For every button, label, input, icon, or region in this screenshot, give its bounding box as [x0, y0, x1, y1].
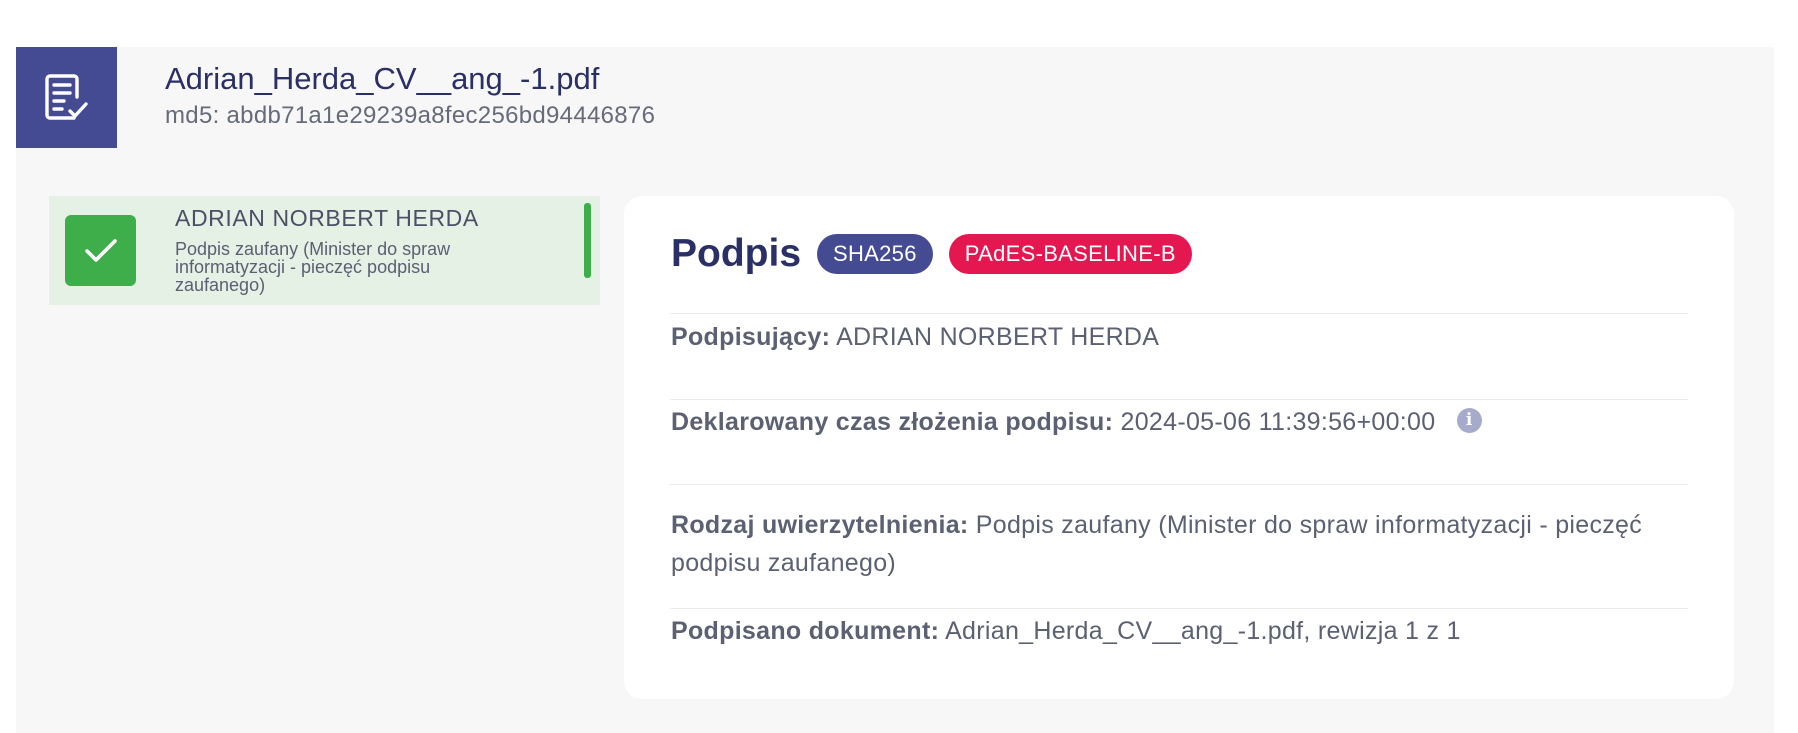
signed-document-label: Podpisano dokument: — [671, 617, 940, 645]
signature-format-badge: PAdES-BASELINE-B — [948, 234, 1192, 274]
signature-list-item[interactable]: ADRIAN NORBERT HERDA Podpis zaufany (Min… — [49, 196, 600, 305]
signature-details-card: Podpis SHA256 PAdES-BASELINE-B Podpisują… — [624, 196, 1734, 699]
selected-indicator — [584, 203, 591, 278]
file-name: Adrian_Herda_CV__ang_-1.pdf — [165, 61, 600, 96]
signer-value: ADRIAN NORBERT HERDA — [836, 323, 1160, 351]
divider — [670, 313, 1688, 314]
authentication-row: Rodzaj uwierzytelnienia: Podpis zaufany … — [671, 506, 1671, 582]
hash-algorithm-badge: SHA256 — [817, 234, 933, 274]
divider — [670, 399, 1688, 400]
authentication-label: Rodzaj uwierzytelnienia: — [671, 511, 969, 539]
signer-row: Podpisujący: ADRIAN NORBERT HERDA — [671, 318, 1671, 356]
document-check-icon — [16, 47, 117, 148]
checkmark-icon — [65, 215, 136, 286]
signing-time-value: 2024-05-06 11:39:56+00:00 — [1120, 408, 1436, 436]
divider — [670, 484, 1688, 485]
details-header: Podpis SHA256 PAdES-BASELINE-B — [671, 232, 1208, 276]
signer-card-description: Podpis zaufany (Minister do spraw inform… — [175, 239, 451, 295]
signing-time-label: Deklarowany czas złożenia podpisu: — [671, 408, 1114, 436]
file-header: Adrian_Herda_CV__ang_-1.pdf md5: abdb71a… — [16, 47, 1774, 148]
signed-document-value: Adrian_Herda_CV__ang_-1.pdf, rewizja 1 z… — [945, 617, 1461, 645]
divider — [670, 608, 1688, 609]
signer-card-name: ADRIAN NORBERT HERDA — [175, 205, 479, 231]
file-hash: md5: abdb71a1e29239a8fec256bd94446876 — [165, 102, 656, 129]
signing-time-row: Deklarowany czas złożenia podpisu: 2024-… — [671, 403, 1671, 441]
signed-document-row: Podpisano dokument: Adrian_Herda_CV__ang… — [671, 612, 1671, 650]
details-title: Podpis — [671, 232, 802, 275]
info-icon[interactable]: i — [1456, 407, 1482, 433]
signer-label: Podpisujący: — [671, 323, 831, 351]
